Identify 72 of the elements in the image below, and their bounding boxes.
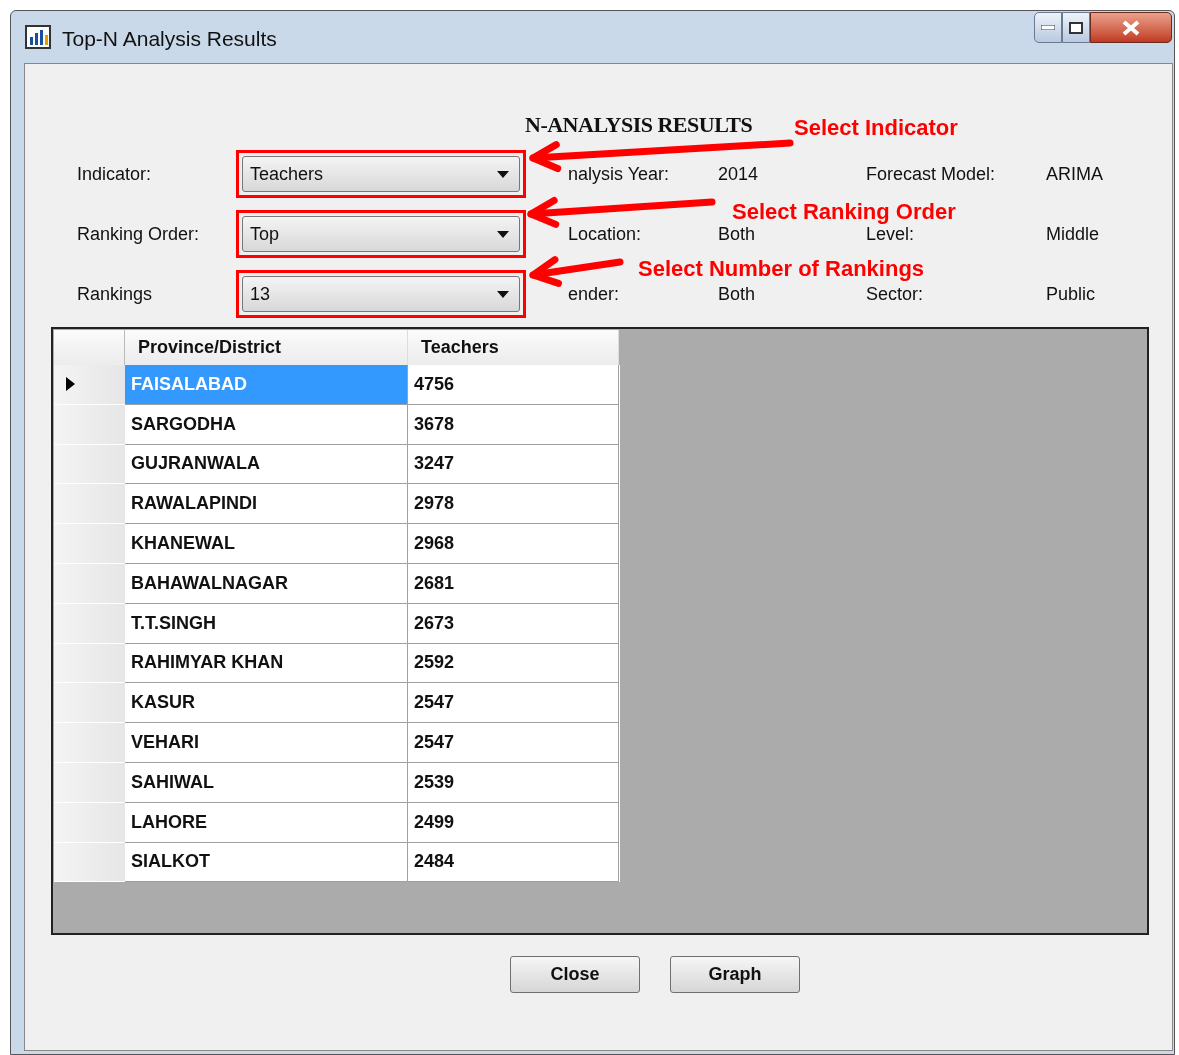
table-cell[interactable]: GUJRANWALA bbox=[125, 444, 408, 485]
row-header bbox=[54, 723, 125, 763]
info-label: nalysis Year: bbox=[568, 162, 671, 186]
table-cell[interactable]: 2547 bbox=[408, 683, 619, 724]
row-header bbox=[54, 842, 125, 883]
row-header bbox=[54, 802, 125, 843]
info-label: Forecast Model: bbox=[866, 162, 997, 186]
info-value: Both bbox=[718, 282, 757, 306]
info-value: 2014 bbox=[718, 162, 760, 186]
table-cell[interactable]: LAHORE bbox=[125, 802, 408, 843]
table-cell[interactable]: KHANEWAL bbox=[125, 524, 408, 564]
dialog-button[interactable]: Close bbox=[510, 956, 640, 993]
window-title: Top-N Analysis Results bbox=[62, 26, 277, 52]
caret-icon bbox=[497, 230, 509, 238]
row-header bbox=[54, 564, 125, 604]
dropdown[interactable]: Teachers bbox=[242, 156, 520, 192]
column-header[interactable]: Province/District bbox=[125, 330, 408, 365]
info-value: Public bbox=[1046, 282, 1096, 306]
minimize-icon bbox=[1041, 25, 1055, 30]
row-header bbox=[54, 603, 125, 644]
row-header bbox=[54, 643, 125, 684]
dialog-button[interactable]: Graph bbox=[670, 956, 800, 993]
info-value: Middle bbox=[1046, 222, 1100, 246]
maximize-icon bbox=[1069, 21, 1083, 34]
heading: N-ANALYSIS RESULTS bbox=[525, 112, 753, 137]
row-header bbox=[54, 330, 125, 365]
table-cell[interactable]: RAHIMYAR KHAN bbox=[125, 643, 408, 684]
table-cell[interactable]: SAHIWAL bbox=[125, 762, 408, 803]
caret-icon bbox=[497, 290, 509, 298]
table-cell[interactable]: SARGODHA bbox=[125, 404, 408, 445]
table-cell[interactable]: 2681 bbox=[408, 564, 619, 604]
annotation-label: Select Indicator bbox=[794, 114, 958, 142]
table-cell[interactable]: 2539 bbox=[408, 762, 619, 803]
close-button[interactable] bbox=[1090, 12, 1172, 43]
table-cell[interactable]: 2592 bbox=[408, 643, 619, 684]
field-label: Indicator: bbox=[77, 162, 153, 186]
row-header bbox=[54, 524, 125, 564]
table-cell[interactable]: 2547 bbox=[408, 723, 619, 763]
column-header[interactable]: Teachers bbox=[408, 330, 619, 365]
table-cell[interactable]: VEHARI bbox=[125, 723, 408, 763]
row-header bbox=[54, 683, 125, 724]
table-cell[interactable]: 2499 bbox=[408, 802, 619, 843]
maximize-button[interactable] bbox=[1062, 12, 1090, 43]
field-label: Ranking Order: bbox=[77, 222, 201, 246]
table-cell[interactable]: 2978 bbox=[408, 484, 619, 525]
info-label: Sector: bbox=[866, 282, 925, 306]
info-label: ender: bbox=[568, 282, 621, 306]
table-cell[interactable]: 4756 bbox=[408, 365, 619, 405]
row-header bbox=[54, 762, 125, 803]
annotation-label: Select Number of Rankings bbox=[638, 255, 925, 283]
bar-chart-icon bbox=[25, 25, 51, 49]
info-label: Level: bbox=[866, 223, 916, 246]
info-value: ARIMA bbox=[1046, 162, 1103, 186]
table-cell[interactable]: 2968 bbox=[408, 524, 619, 564]
close-icon bbox=[1122, 19, 1140, 36]
field-label: Rankings bbox=[77, 282, 154, 306]
table-cell[interactable]: T.T.SINGH bbox=[125, 603, 408, 644]
minimize-button[interactable] bbox=[1034, 12, 1062, 43]
table-cell[interactable]: 3678 bbox=[408, 404, 619, 445]
row-header bbox=[54, 444, 125, 485]
table-cell[interactable]: RAWALAPINDI bbox=[125, 484, 408, 525]
table-cell[interactable]: BAHAWALNAGAR bbox=[125, 564, 408, 604]
table-cell[interactable]: 2673 bbox=[408, 603, 619, 644]
dropdown[interactable]: Top bbox=[242, 216, 520, 252]
row-header bbox=[54, 484, 125, 525]
table-cell[interactable]: SIALKOT bbox=[125, 842, 408, 883]
info-label: Location: bbox=[568, 222, 643, 246]
caret-icon bbox=[497, 170, 509, 178]
table-cell[interactable]: KASUR bbox=[125, 683, 408, 724]
dropdown[interactable]: 13 bbox=[242, 276, 520, 312]
table-cell[interactable]: 2484 bbox=[408, 842, 619, 883]
table-cell[interactable]: 3247 bbox=[408, 444, 619, 485]
